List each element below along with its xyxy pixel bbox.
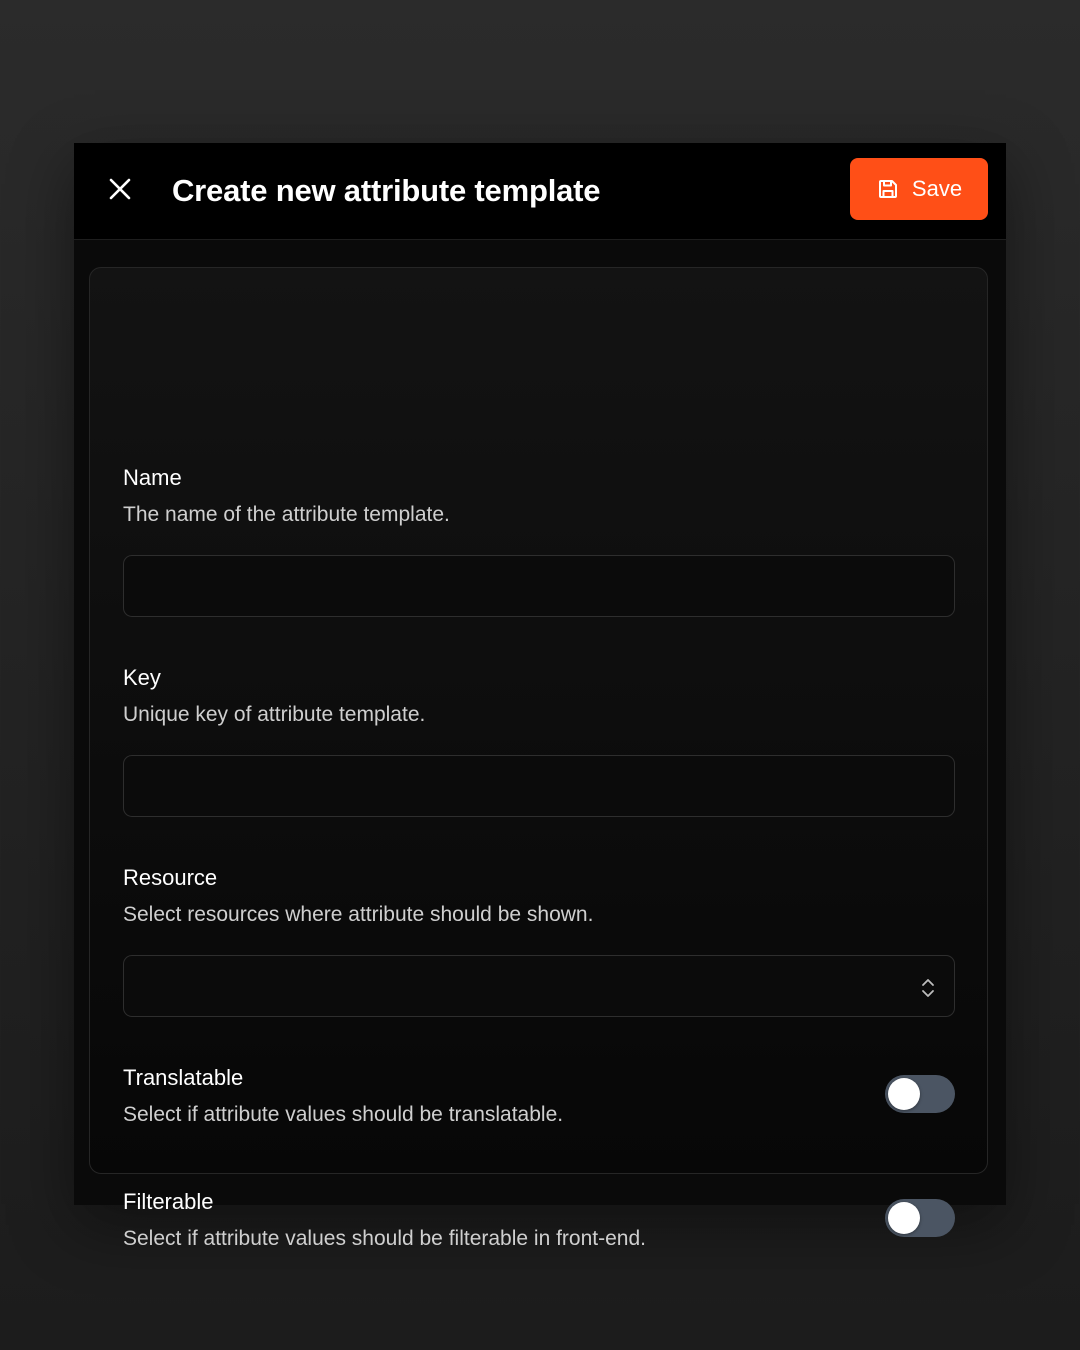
filterable-toggle[interactable] [885, 1199, 955, 1237]
filterable-label: Filterable [123, 1189, 214, 1214]
close-button[interactable] [102, 171, 138, 207]
modal-title: Create new attribute template [172, 173, 601, 208]
resource-description: Select resources where attribute should … [123, 903, 594, 926]
floppy-disk-icon [876, 177, 900, 201]
key-input[interactable] [123, 755, 955, 817]
toggle-knob [888, 1202, 920, 1234]
translatable-description: Select if attribute values should be tra… [123, 1103, 564, 1126]
resource-label: Resource [123, 865, 218, 890]
save-button[interactable]: Save [850, 158, 988, 220]
key-label: Key [123, 665, 161, 690]
save-button-label: Save [911, 176, 963, 201]
resource-select[interactable] [123, 955, 955, 1017]
form-card: Name The name of the attribute template.… [89, 267, 988, 1250]
key-description: Unique key of attribute template. [123, 703, 426, 726]
name-label: Name [123, 465, 182, 490]
name-description: The name of the attribute template. [123, 503, 450, 526]
translatable-label: Translatable [123, 1065, 244, 1090]
create-attribute-template-modal: Create new attribute template Save Name … [74, 143, 1006, 1250]
name-input[interactable] [123, 555, 955, 617]
chevron-up-down-icon [920, 977, 936, 999]
toggle-knob [888, 1078, 920, 1110]
modal-header: Create new attribute template Save [74, 143, 1006, 240]
filterable-description: Select if attribute values should be fil… [123, 1227, 646, 1250]
close-icon [109, 178, 131, 200]
translatable-toggle[interactable] [885, 1075, 955, 1113]
